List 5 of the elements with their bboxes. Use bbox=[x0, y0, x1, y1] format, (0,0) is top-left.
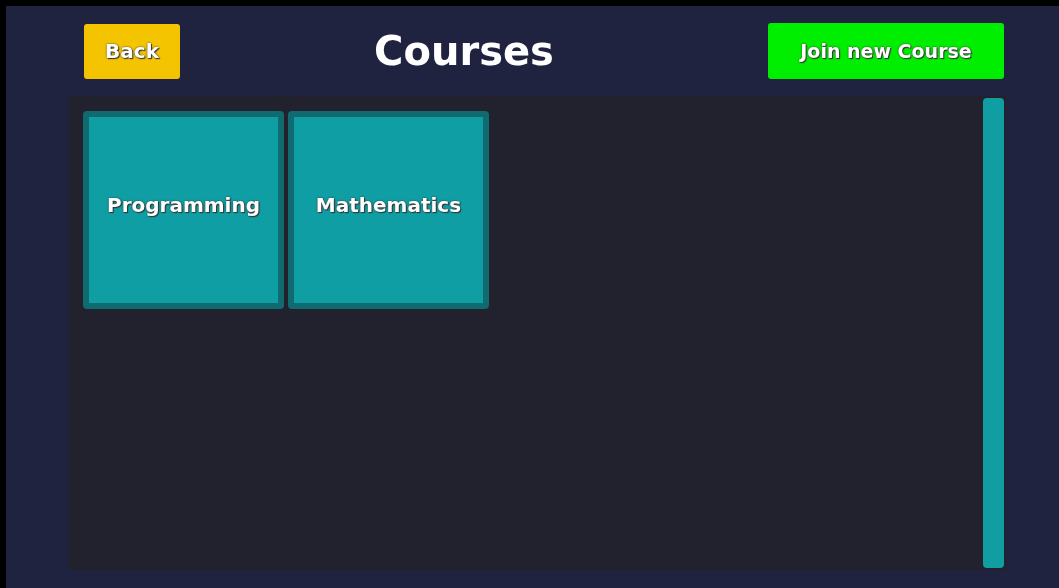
course-tile[interactable]: Programming bbox=[83, 111, 284, 309]
back-button[interactable]: Back bbox=[84, 23, 180, 79]
course-tile[interactable]: Mathematics bbox=[288, 111, 489, 309]
scrollbar-thumb[interactable] bbox=[983, 98, 1004, 568]
page-title: Courses bbox=[374, 28, 554, 74]
